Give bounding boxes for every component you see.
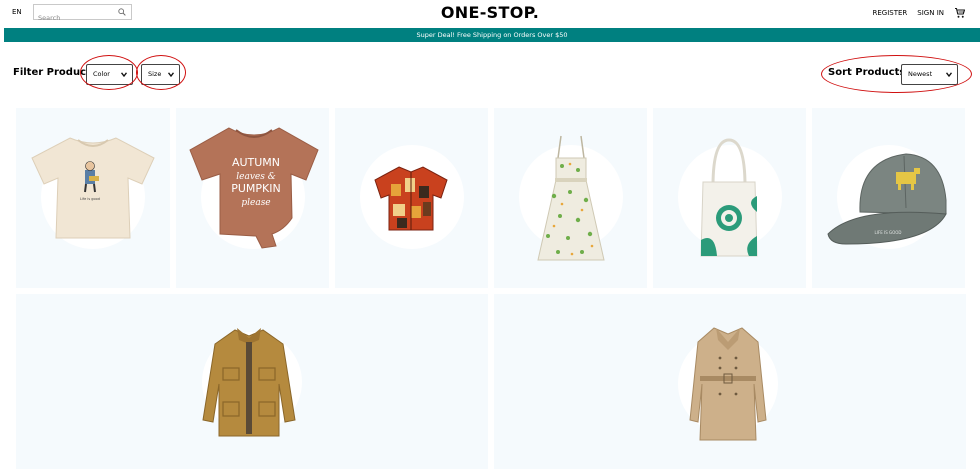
annotation-circle bbox=[80, 55, 138, 90]
cap-image: LIFE IS GOOD bbox=[827, 153, 947, 245]
product-card-tote-bag[interactable] bbox=[653, 108, 806, 288]
hawaiian-shirt-image bbox=[374, 166, 448, 231]
trench-coat-image bbox=[689, 327, 767, 441]
tshirt-image: Life is good bbox=[31, 137, 155, 239]
user-menu: REGISTER SIGN IN bbox=[873, 7, 966, 19]
announcement-bar: Super Deal! Free Shipping on Orders Over… bbox=[4, 28, 980, 42]
annotation-circle bbox=[821, 55, 972, 93]
tee-print-line-3: PUMPKIN bbox=[231, 182, 281, 195]
signin-link[interactable]: SIGN IN bbox=[917, 9, 944, 17]
svg-text:LIFE IS GOOD: LIFE IS GOOD bbox=[875, 230, 902, 235]
product-card-cap[interactable]: LIFE IS GOOD bbox=[812, 108, 965, 288]
jacket-image bbox=[202, 328, 296, 437]
svg-text:Life is good: Life is good bbox=[80, 197, 100, 201]
tote-bag-image bbox=[700, 138, 758, 257]
annotation-circle bbox=[136, 55, 186, 90]
product-card-jacket[interactable] bbox=[16, 294, 488, 469]
product-card-sundress[interactable] bbox=[494, 108, 647, 288]
register-link[interactable]: REGISTER bbox=[873, 9, 908, 17]
sundress-image bbox=[537, 135, 605, 261]
tee-print-line-1: AUTUMN bbox=[232, 156, 280, 169]
autumn-tee-image: AUTUMN leaves & PUMPKIN please bbox=[189, 127, 319, 249]
product-card-trench-coat[interactable] bbox=[494, 294, 966, 469]
navbar: EN ONE-STOP. REGISTER SIGN IN bbox=[0, 0, 980, 26]
cart-icon[interactable] bbox=[954, 7, 966, 19]
product-card-hawaiian-shirt[interactable] bbox=[335, 108, 488, 288]
tee-print-line-4: please bbox=[241, 198, 270, 208]
product-card-tshirt[interactable]: Life is good bbox=[16, 108, 170, 288]
logo[interactable]: ONE-STOP. bbox=[0, 3, 980, 22]
tee-print-line-2: leaves & bbox=[236, 172, 275, 182]
product-card-autumn-tee[interactable]: AUTUMN leaves & PUMPKIN please bbox=[176, 108, 329, 288]
